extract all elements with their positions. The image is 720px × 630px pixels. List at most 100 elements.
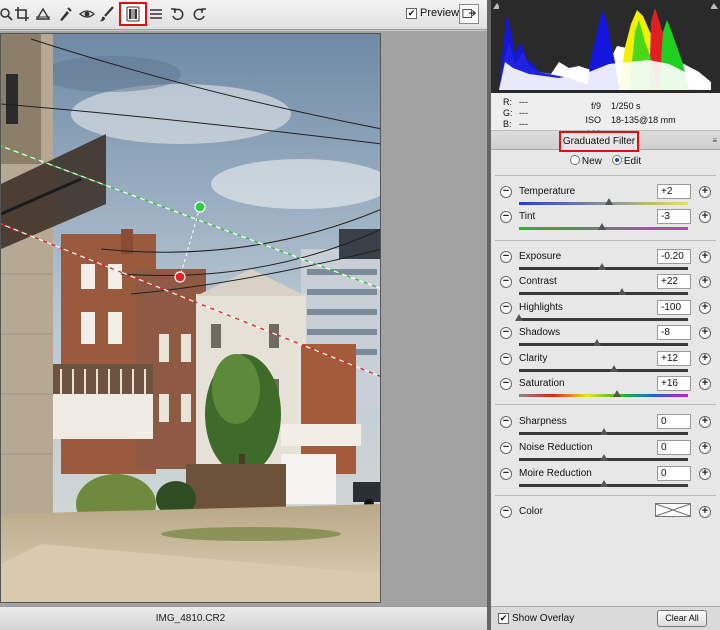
crop-tool-icon[interactable] xyxy=(12,4,32,24)
exposure-decrease-icon[interactable]: − xyxy=(500,251,512,263)
mode-edit-option[interactable]: Edit xyxy=(611,155,642,167)
graduated-filter-tool-icon[interactable] xyxy=(119,2,147,26)
contrast-increase-icon[interactable]: + xyxy=(699,276,711,288)
moire-reduction-slider-thumb[interactable] xyxy=(599,480,608,487)
mode-edit-radio[interactable] xyxy=(611,155,622,165)
moire-reduction-value-field[interactable]: 0 xyxy=(657,466,691,481)
mode-new-label: New xyxy=(581,156,602,167)
temperature-increase-icon[interactable]: + xyxy=(699,186,711,198)
toolbar: ✔ Preview xyxy=(0,0,487,30)
rotate-ccw-icon[interactable] xyxy=(168,4,188,24)
exposure-value-field[interactable]: -0.20 xyxy=(657,249,691,264)
preferences-list-icon[interactable] xyxy=(146,4,166,24)
noise-reduction-value-field[interactable]: 0 xyxy=(657,440,691,455)
contrast-slider-track[interactable] xyxy=(519,292,688,295)
shadows-increase-icon[interactable]: + xyxy=(699,327,711,339)
panel-menu-icon[interactable]: ≡ xyxy=(712,136,717,145)
mode-new-radio[interactable] xyxy=(569,155,580,165)
contrast-label: Contrast xyxy=(519,276,557,287)
saturation-label: Saturation xyxy=(519,378,565,389)
shadows-slider-row: − Shadows -8 + xyxy=(491,324,720,350)
contrast-slider-thumb[interactable] xyxy=(618,288,627,295)
filter-end-pin-red[interactable] xyxy=(174,271,186,283)
tint-value-field[interactable]: -3 xyxy=(657,209,691,224)
highlights-decrease-icon[interactable]: − xyxy=(500,302,512,314)
noise-reduction-decrease-icon[interactable]: − xyxy=(500,442,512,454)
temperature-slider-row: − Temperature +2 + xyxy=(491,183,720,209)
spot-removal-tool-icon[interactable] xyxy=(55,4,75,24)
sharpness-slider-thumb[interactable] xyxy=(599,428,608,435)
rotate-cw-icon[interactable] xyxy=(189,4,209,24)
status-bar: IMG_4810.CR2 xyxy=(0,606,487,630)
clear-all-button[interactable]: Clear All xyxy=(657,610,707,627)
highlights-increase-icon[interactable]: + xyxy=(699,302,711,314)
shadows-slider-track[interactable] xyxy=(519,343,688,346)
color-swatch[interactable] xyxy=(655,503,691,517)
straighten-tool-icon[interactable] xyxy=(33,4,53,24)
histogram xyxy=(491,0,720,93)
preview-toggle[interactable]: ✔ Preview xyxy=(406,7,459,19)
moire-reduction-slider-row: − Moire Reduction 0 + xyxy=(491,465,720,491)
color-decrease-icon[interactable]: − xyxy=(500,506,512,518)
exposure-slider-thumb[interactable] xyxy=(597,263,606,270)
contrast-value-field[interactable]: +22 xyxy=(657,274,691,289)
red-eye-tool-icon[interactable] xyxy=(77,4,97,24)
temperature-decrease-icon[interactable]: − xyxy=(500,186,512,198)
saturation-slider-track[interactable] xyxy=(519,394,688,397)
contrast-decrease-icon[interactable]: − xyxy=(500,276,512,288)
clarity-slider-track[interactable] xyxy=(519,369,688,372)
noise-reduction-label: Noise Reduction xyxy=(519,442,593,453)
image-canvas[interactable] xyxy=(0,31,487,606)
right-panel: R:--- G:--- B:--- f/91/250 s ISO 10018-1… xyxy=(491,0,720,630)
section-divider xyxy=(495,175,716,176)
moire-reduction-decrease-icon[interactable]: − xyxy=(500,468,512,480)
tint-decrease-icon[interactable]: − xyxy=(500,211,512,223)
clarity-increase-icon[interactable]: + xyxy=(699,353,711,365)
sharpness-increase-icon[interactable]: + xyxy=(699,416,711,428)
noise-reduction-increase-icon[interactable]: + xyxy=(699,442,711,454)
temperature-slider-track[interactable] xyxy=(519,202,688,205)
moire-reduction-label: Moire Reduction xyxy=(519,468,592,479)
mode-edit-label: Edit xyxy=(623,156,642,167)
mode-new-option[interactable]: New xyxy=(569,155,602,167)
panel-title: Graduated Filter xyxy=(559,131,639,152)
filter-start-pin-green[interactable] xyxy=(194,201,206,213)
filename-label: IMG_4810.CR2 xyxy=(155,613,226,624)
temperature-value-field[interactable]: +2 xyxy=(657,184,691,199)
sharpness-value-field[interactable]: 0 xyxy=(657,414,691,429)
show-overlay-toggle[interactable]: ✔ Show Overlay xyxy=(498,613,574,624)
saturation-increase-icon[interactable]: + xyxy=(699,378,711,390)
clarity-label: Clarity xyxy=(519,353,548,364)
shadows-slider-thumb[interactable] xyxy=(592,339,601,346)
preview-checkbox[interactable]: ✔ xyxy=(406,7,417,19)
sharpness-slider-row: − Sharpness 0 + xyxy=(491,413,720,439)
tint-increase-icon[interactable]: + xyxy=(699,211,711,223)
noise-reduction-slider-thumb[interactable] xyxy=(599,454,608,461)
section-divider xyxy=(495,404,716,405)
highlights-slider-track[interactable] xyxy=(519,318,688,321)
clarity-decrease-icon[interactable]: − xyxy=(500,353,512,365)
shadows-value-field[interactable]: -8 xyxy=(657,325,691,340)
color-increase-icon[interactable]: + xyxy=(699,506,711,518)
tint-slider-thumb[interactable] xyxy=(597,223,606,230)
preview-label: Preview xyxy=(420,7,460,19)
fullscreen-toggle-icon[interactable] xyxy=(459,4,479,24)
adjustment-brush-tool-icon[interactable] xyxy=(97,4,117,24)
shadows-decrease-icon[interactable]: − xyxy=(500,327,512,339)
saturation-slider-thumb[interactable] xyxy=(613,390,622,397)
show-overlay-checkbox[interactable]: ✔ xyxy=(498,613,509,624)
section-divider xyxy=(495,240,716,241)
sharpness-decrease-icon[interactable]: − xyxy=(500,416,512,428)
temperature-slider-thumb[interactable] xyxy=(604,198,613,205)
exposure-increase-icon[interactable]: + xyxy=(699,251,711,263)
highlights-slider-thumb[interactable] xyxy=(515,314,523,321)
highlight-clipping-warning-icon[interactable] xyxy=(710,3,718,9)
moire-reduction-increase-icon[interactable]: + xyxy=(699,468,711,480)
saturation-decrease-icon[interactable]: − xyxy=(500,378,512,390)
highlights-label: Highlights xyxy=(519,302,563,313)
photo-preview[interactable] xyxy=(0,33,381,603)
highlights-value-field[interactable]: -100 xyxy=(657,300,691,315)
clarity-slider-thumb[interactable] xyxy=(609,365,618,372)
clarity-value-field[interactable]: +12 xyxy=(657,351,691,366)
saturation-value-field[interactable]: +16 xyxy=(657,376,691,391)
